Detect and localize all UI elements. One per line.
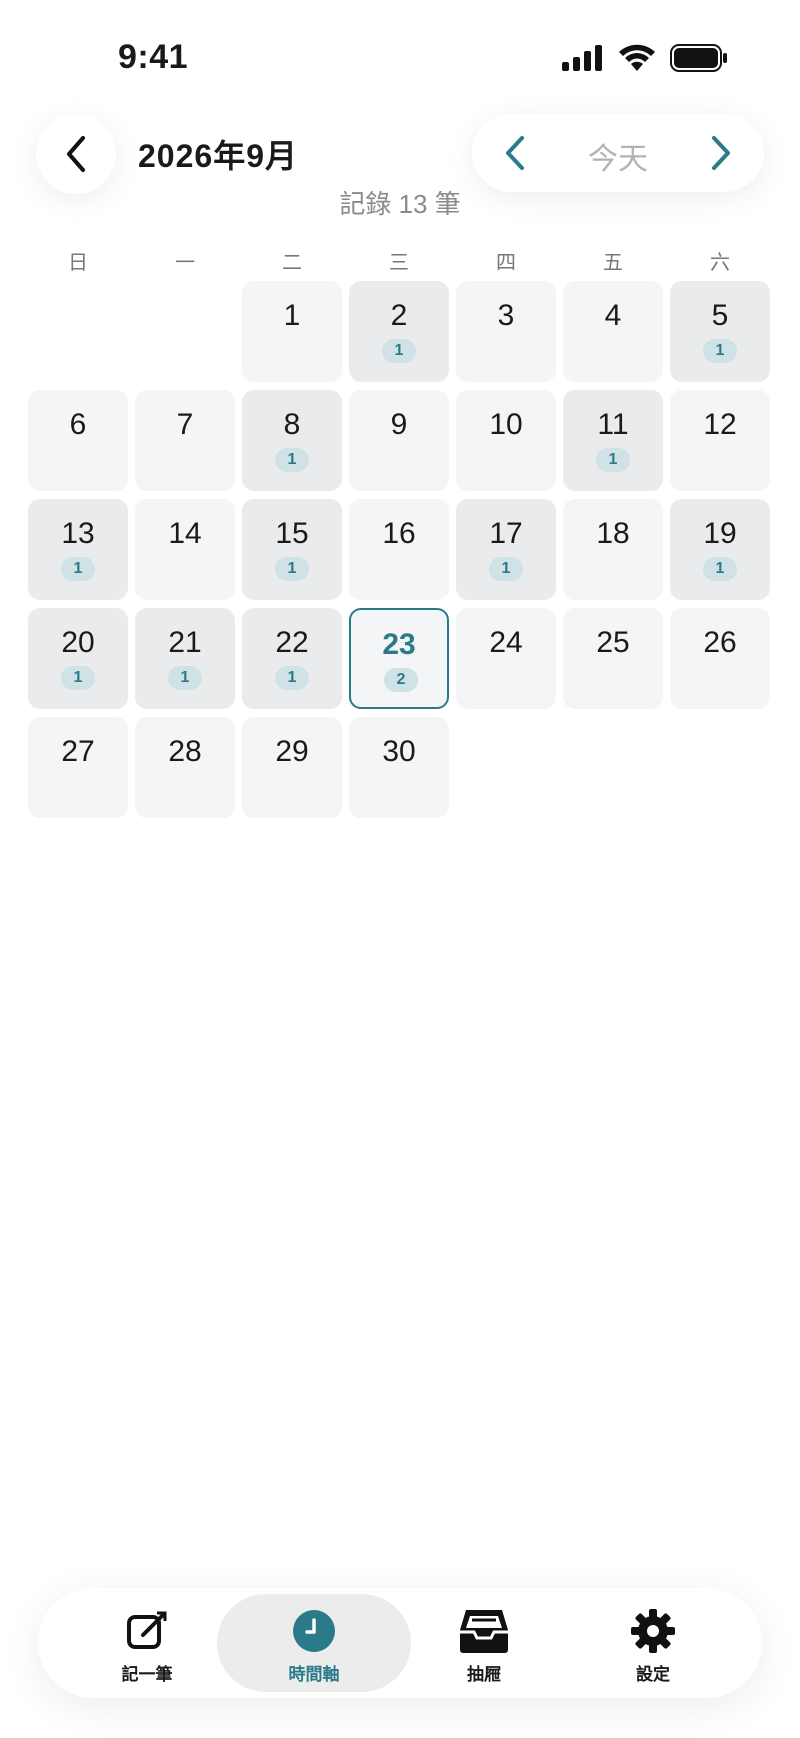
tab-label: 記一筆 xyxy=(121,1665,173,1684)
tab-label: 設定 xyxy=(636,1665,670,1684)
day-number: 8 xyxy=(283,408,301,441)
clock-icon xyxy=(293,1610,335,1652)
day-number: 11 xyxy=(597,408,629,441)
calendar-day[interactable]: 29 xyxy=(242,717,342,818)
tray-icon xyxy=(460,1610,508,1653)
calendar-grid: 1 2 1 3 4 5 1 6 7 8 1 9 10 11 1 12 13 1 14 15 1 16 17 1 18 19 1 20 1… xyxy=(0,0,800,830)
day-number: 15 xyxy=(275,517,309,550)
day-number: 10 xyxy=(489,408,523,441)
day-number: 21 xyxy=(168,626,202,659)
entry-count-badge: 1 xyxy=(61,666,95,690)
day-number: 19 xyxy=(703,517,737,550)
calendar-day[interactable]: 27 xyxy=(28,717,128,818)
entry-count-badge: 1 xyxy=(275,666,309,690)
tab-bar: 記一筆 時間軸 抽屜 設定 xyxy=(38,1588,762,1698)
day-number: 2 xyxy=(390,299,408,332)
day-number: 25 xyxy=(596,626,630,659)
day-number: 23 xyxy=(382,628,416,661)
day-number: 4 xyxy=(604,299,622,332)
calendar-day[interactable]: 10 xyxy=(456,390,556,491)
day-number: 28 xyxy=(168,735,202,768)
calendar-day[interactable]: 6 xyxy=(28,390,128,491)
tab-compose[interactable]: 記一筆 xyxy=(50,1594,244,1692)
calendar-day[interactable]: 17 1 xyxy=(456,499,556,600)
day-number: 13 xyxy=(61,517,95,550)
day-number: 6 xyxy=(69,408,87,441)
calendar-day[interactable]: 4 xyxy=(563,281,663,382)
calendar-day[interactable]: 28 xyxy=(135,717,235,818)
entry-count-badge: 1 xyxy=(61,557,95,581)
day-number: 30 xyxy=(382,735,416,768)
day-number: 16 xyxy=(382,517,416,550)
calendar-day[interactable]: 3 xyxy=(456,281,556,382)
calendar-day[interactable]: 24 xyxy=(456,608,556,709)
gear-icon xyxy=(631,1609,675,1653)
calendar-day[interactable]: 1 xyxy=(242,281,342,382)
tab-label: 抽屜 xyxy=(467,1665,501,1684)
entry-count-badge: 1 xyxy=(168,666,202,690)
day-number: 9 xyxy=(390,408,408,441)
calendar-day[interactable]: 11 1 xyxy=(563,390,663,491)
calendar-day[interactable]: 16 xyxy=(349,499,449,600)
day-number: 26 xyxy=(703,626,737,659)
calendar-day[interactable]: 81 xyxy=(242,390,342,491)
calendar-day[interactable]: 25 xyxy=(563,608,663,709)
calendar-day[interactable]: 15 1 xyxy=(242,499,342,600)
day-number: 27 xyxy=(61,735,95,768)
calendar-day[interactable]: 26 xyxy=(670,608,770,709)
entry-count-badge: 1 xyxy=(596,448,630,472)
tab-timeline[interactable]: 時間軸 xyxy=(217,1594,411,1692)
calendar-day[interactable]: 9 xyxy=(349,390,449,491)
day-number: 22 xyxy=(275,626,309,659)
day-number: 12 xyxy=(703,408,737,441)
calendar-day[interactable]: 13 1 xyxy=(28,499,128,600)
calendar-day[interactable]: 21 1 xyxy=(135,608,235,709)
day-number: 14 xyxy=(168,517,202,550)
calendar-day-today[interactable]: 23 2 xyxy=(349,608,449,709)
day-number: 5 xyxy=(711,299,729,332)
day-number: 7 xyxy=(176,408,194,441)
calendar-day[interactable]: 51 xyxy=(670,281,770,382)
entry-count-badge: 1 xyxy=(382,339,416,363)
entry-count-badge: 1 xyxy=(703,557,737,581)
calendar-day[interactable]: 22 1 xyxy=(242,608,342,709)
tab-drawer[interactable]: 抽屜 xyxy=(387,1594,581,1692)
calendar-day[interactable]: 21 xyxy=(349,281,449,382)
day-number: 18 xyxy=(596,517,630,550)
calendar-day[interactable]: 18 xyxy=(563,499,663,600)
calendar-day[interactable]: 20 1 xyxy=(28,608,128,709)
calendar-day[interactable]: 30 xyxy=(349,717,449,818)
tab-label: 時間軸 xyxy=(288,1665,340,1684)
calendar-day[interactable]: 19 1 xyxy=(670,499,770,600)
entry-count-badge: 1 xyxy=(275,448,309,472)
tab-settings[interactable]: 設定 xyxy=(556,1594,750,1692)
entry-count-badge: 1 xyxy=(703,339,737,363)
entry-count-badge: 1 xyxy=(275,557,309,581)
day-number: 29 xyxy=(275,735,309,768)
calendar-day[interactable]: 12 xyxy=(670,390,770,491)
day-number: 17 xyxy=(489,517,523,550)
day-number: 20 xyxy=(61,626,95,659)
day-number: 1 xyxy=(283,299,301,332)
entry-count-badge: 1 xyxy=(489,557,523,581)
entry-count-badge: 2 xyxy=(384,668,418,692)
calendar-day[interactable]: 14 xyxy=(135,499,235,600)
calendar-day[interactable]: 7 xyxy=(135,390,235,491)
compose-icon xyxy=(127,1611,167,1649)
day-number: 24 xyxy=(489,626,523,659)
day-number: 3 xyxy=(497,299,515,332)
